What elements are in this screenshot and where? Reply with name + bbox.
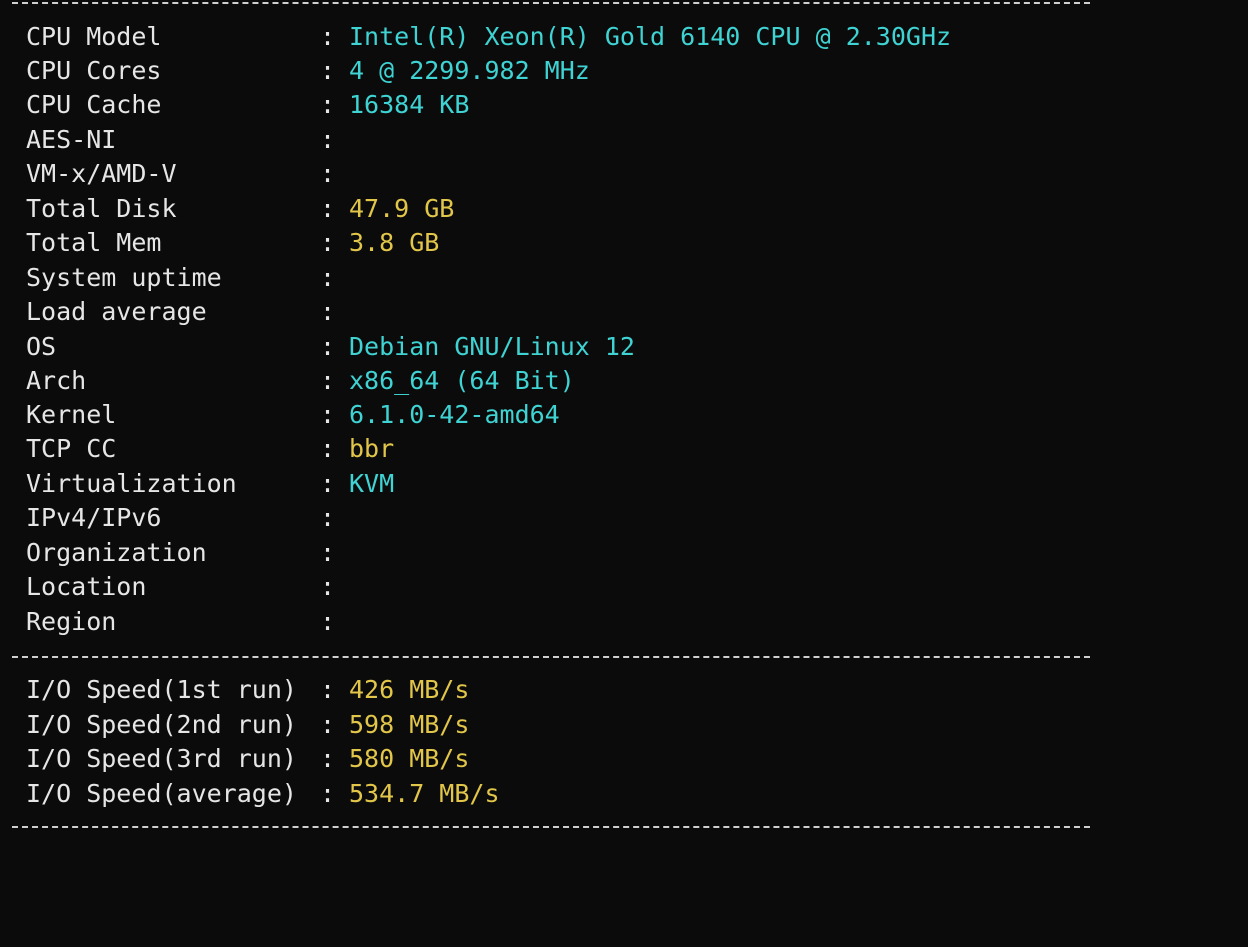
info-value: KVM <box>349 469 395 498</box>
info-row-region: Region : <box>26 605 335 639</box>
info-label: CPU Model <box>26 22 162 51</box>
io-row-2nd-run: I/O Speed(2nd run) : 598 MB/s <box>26 708 469 742</box>
info-row-kernel: Kernel : 6.1.0-42-amd64 <box>26 398 560 432</box>
io-label: I/O Speed(average) <box>26 779 297 808</box>
info-value: 6.1.0-42-amd64 <box>349 400 560 429</box>
info-label: AES-NI <box>26 125 117 154</box>
info-colon: : <box>320 366 336 395</box>
io-colon: : <box>320 710 336 739</box>
info-colon: : <box>320 572 336 601</box>
info-label: OS <box>26 332 57 361</box>
info-label: IPv4/IPv6 <box>26 503 162 532</box>
info-label: CPU Cache <box>26 90 162 119</box>
separator-line <box>12 826 1090 828</box>
io-colon: : <box>320 744 336 773</box>
info-row-tcp-cc: TCP CC : bbr <box>26 432 394 466</box>
info-label: TCP CC <box>26 434 117 463</box>
io-label: I/O Speed(2nd run) <box>26 710 297 739</box>
info-colon: : <box>320 297 336 326</box>
io-row-average: I/O Speed(average) : 534.7 MB/s <box>26 777 500 811</box>
info-row-cpu-cache: CPU Cache : 16384 KB <box>26 88 469 122</box>
info-colon: : <box>320 125 336 154</box>
info-row-ipv4-ipv6: IPv4/IPv6 : <box>26 501 335 535</box>
info-colon: : <box>320 469 336 498</box>
info-row-system-uptime: System uptime : <box>26 261 335 295</box>
info-colon: : <box>320 263 336 292</box>
info-colon: : <box>320 538 336 567</box>
separator-line <box>12 2 1090 4</box>
info-value: 47.9 GB <box>349 194 455 223</box>
info-colon: : <box>320 22 336 51</box>
info-value: Debian GNU/Linux 12 <box>349 332 635 361</box>
info-label: Virtualization <box>26 469 237 498</box>
info-row-vm-x: VM-x/AMD-V : <box>26 157 335 191</box>
info-label: VM-x/AMD-V <box>26 159 177 188</box>
info-colon: : <box>320 228 336 257</box>
io-label: I/O Speed(3rd run) <box>26 744 297 773</box>
info-colon: : <box>320 434 336 463</box>
info-value: x86_64 (64 Bit) <box>349 366 575 395</box>
io-colon: : <box>320 675 336 704</box>
info-label: Total Disk <box>26 194 177 223</box>
info-row-cpu-model: CPU Model : Intel(R) Xeon(R) Gold 6140 C… <box>26 20 951 54</box>
info-value: 3.8 GB <box>349 228 440 257</box>
info-row-aes-ni: AES-NI : <box>26 123 335 157</box>
info-label: CPU Cores <box>26 56 162 85</box>
io-row-3rd-run: I/O Speed(3rd run) : 580 MB/s <box>26 742 469 776</box>
io-row-1st-run: I/O Speed(1st run) : 426 MB/s <box>26 673 469 707</box>
info-value: bbr <box>349 434 395 463</box>
info-label: Load average <box>26 297 207 326</box>
info-row-cpu-cores: CPU Cores : 4 @ 2299.982 MHz <box>26 54 590 88</box>
info-row-total-disk: Total Disk : 47.9 GB <box>26 192 454 226</box>
info-row-total-mem: Total Mem : 3.8 GB <box>26 226 439 260</box>
info-value: 4 @ 2299.982 MHz <box>349 56 590 85</box>
io-value: 598 MB/s <box>349 710 470 739</box>
io-value: 426 MB/s <box>349 675 470 704</box>
info-label: Total Mem <box>26 228 162 257</box>
io-value: 580 MB/s <box>349 744 470 773</box>
info-label: Arch <box>26 366 87 395</box>
info-label: Organization <box>26 538 207 567</box>
info-colon: : <box>320 607 336 636</box>
info-row-load-average: Load average : <box>26 295 335 329</box>
info-colon: : <box>320 503 336 532</box>
info-label: Kernel <box>26 400 117 429</box>
info-label: Location <box>26 572 147 601</box>
info-row-arch: Arch : x86_64 (64 Bit) <box>26 364 575 398</box>
info-row-virtualization: Virtualization : KVM <box>26 467 394 501</box>
info-label: Region <box>26 607 117 636</box>
info-colon: : <box>320 400 336 429</box>
info-value: 16384 KB <box>349 90 470 119</box>
info-colon: : <box>320 90 336 119</box>
io-label: I/O Speed(1st run) <box>26 675 297 704</box>
io-colon: : <box>320 779 336 808</box>
info-row-os: OS : Debian GNU/Linux 12 <box>26 330 635 364</box>
info-colon: : <box>320 159 336 188</box>
info-row-location: Location : <box>26 570 335 604</box>
info-colon: : <box>320 56 336 85</box>
info-row-organization: Organization : <box>26 536 335 570</box>
info-value: Intel(R) Xeon(R) Gold 6140 CPU @ 2.30GHz <box>349 22 952 51</box>
terminal-window: CPU Model : Intel(R) Xeon(R) Gold 6140 C… <box>0 0 1248 832</box>
info-colon: : <box>320 194 336 223</box>
info-label: System uptime <box>26 263 222 292</box>
io-value: 534.7 MB/s <box>349 779 500 808</box>
info-colon: : <box>320 332 336 361</box>
separator-line <box>12 656 1090 658</box>
